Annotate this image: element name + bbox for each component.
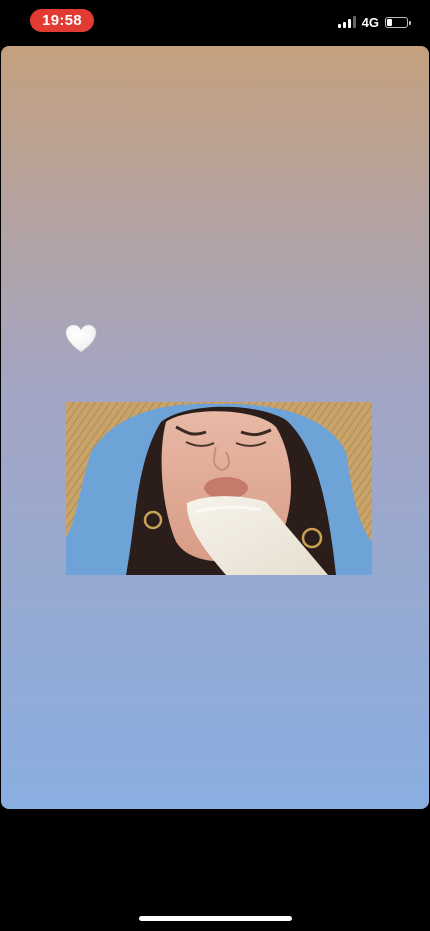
story-canvas[interactable] (1, 46, 429, 809)
status-time[interactable]: 19:58 (30, 9, 94, 32)
status-bar: 19:58 4G (0, 0, 430, 44)
battery-icon (385, 16, 411, 28)
home-indicator[interactable] (139, 916, 292, 921)
white-heart-icon[interactable] (64, 322, 98, 356)
network-type-label: 4G (361, 14, 379, 30)
cellular-signal-icon (337, 16, 356, 28)
story-photo[interactable] (66, 402, 372, 575)
status-indicators: 4G (337, 14, 411, 30)
